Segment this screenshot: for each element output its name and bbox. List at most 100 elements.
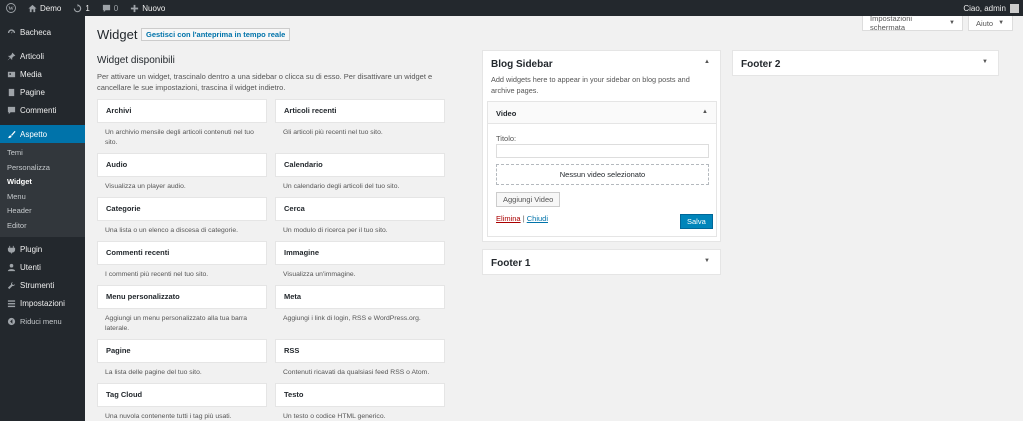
- comment-icon: [6, 105, 16, 115]
- dashboard-icon: [6, 27, 16, 37]
- caret-down-icon[interactable]: ▼: [704, 258, 710, 264]
- widget-description: Una nuvola contenente tutti i tag più us…: [105, 413, 232, 420]
- menu-item-pagine[interactable]: Pagine: [0, 83, 85, 101]
- available-widgets-title: Widget disponibili: [97, 55, 175, 66]
- submenu-item-widget[interactable]: Widget: [0, 175, 85, 190]
- submenu-item-temi[interactable]: Temi: [0, 146, 85, 161]
- widget-description: Visualizza un player audio.: [105, 183, 186, 190]
- live-preview-button[interactable]: Gestisci con l'anteprima in tempo reale: [141, 28, 291, 41]
- caret-up-icon[interactable]: ▲: [704, 59, 710, 65]
- footer-1-title: Footer 1: [491, 258, 531, 269]
- my-account-link[interactable]: Ciao, admin: [957, 0, 1023, 16]
- widget-description: I commenti più recenti nel tuo sito.: [105, 271, 209, 278]
- svg-text:W: W: [8, 6, 14, 12]
- add-video-button[interactable]: Aggiungi Video: [496, 192, 561, 207]
- menu-label: Articoli: [20, 51, 45, 61]
- menu-item-articoli[interactable]: Articoli: [0, 47, 85, 65]
- wordpress-logo-icon[interactable]: W: [0, 0, 22, 16]
- updates-icon: [73, 3, 82, 13]
- widget-menu-personalizzato[interactable]: Menu personalizzato: [97, 285, 267, 309]
- menu-item-aspetto[interactable]: Aspetto: [0, 125, 85, 143]
- widget-calendario[interactable]: Calendario: [275, 153, 445, 177]
- brush-icon: [6, 129, 16, 139]
- page-title: Widget: [97, 27, 138, 42]
- menu-label: Commenti: [20, 105, 57, 115]
- caret-up-icon[interactable]: ▲: [702, 109, 708, 115]
- widget-categorie[interactable]: Categorie: [97, 197, 267, 221]
- widget-immagine[interactable]: Immagine: [275, 241, 445, 265]
- video-widget-header[interactable]: Video ▲: [488, 102, 716, 124]
- submenu-item-editor[interactable]: Editor: [0, 219, 85, 234]
- menu-item-bacheca[interactable]: Bacheca: [0, 23, 85, 41]
- comments-count: 0: [113, 3, 119, 13]
- submenu-item-personalizza[interactable]: Personalizza: [0, 161, 85, 176]
- widget-description: Visualizza un'immagine.: [283, 271, 356, 278]
- widget-commenti-recenti[interactable]: Commenti recenti: [97, 241, 267, 265]
- page-icon: [6, 87, 16, 97]
- widget-tag-cloud[interactable]: Tag Cloud: [97, 383, 267, 407]
- tools-icon: [6, 280, 16, 290]
- menu-label: Aspetto: [20, 129, 48, 139]
- screen-options-label: Impostazioni schermata: [870, 14, 913, 32]
- menu-item-media[interactable]: Media: [0, 65, 85, 83]
- submenu-item-menu[interactable]: Menu: [0, 190, 85, 205]
- widget-cerca[interactable]: Cerca: [275, 197, 445, 221]
- widget-pagine[interactable]: Pagine: [97, 339, 267, 363]
- caret-down-icon[interactable]: ▼: [982, 59, 988, 65]
- save-button[interactable]: Salva: [680, 214, 713, 229]
- menu-label: Impostazioni: [20, 298, 65, 308]
- menu-label: Riduci menu: [20, 316, 62, 326]
- blog-sidebar-description: Add widgets here to appear in your sideb…: [491, 75, 690, 95]
- blog-sidebar-title[interactable]: Blog Sidebar: [491, 59, 553, 70]
- menu-item-utenti[interactable]: Utenti: [0, 258, 85, 276]
- caret-down-icon: ▼: [949, 20, 955, 26]
- widget-control-links: Elimina | Chiudi: [496, 214, 548, 223]
- settings-icon: [6, 298, 16, 308]
- widget-meta[interactable]: Meta: [275, 285, 445, 309]
- widget-articoli-recenti[interactable]: Articoli recenti: [275, 99, 445, 123]
- widget-archivi[interactable]: Archivi: [97, 99, 267, 123]
- video-widget-title: Video: [496, 109, 517, 118]
- collapse-menu-button[interactable]: Riduci menu: [0, 312, 85, 330]
- widget-description: Un archivio mensile degli articoli conte…: [105, 129, 254, 146]
- avatar: [1010, 3, 1019, 13]
- menu-item-commenti[interactable]: Commenti: [0, 101, 85, 119]
- collapse-icon: [6, 316, 16, 326]
- widget-testo[interactable]: Testo: [275, 383, 445, 407]
- pin-icon: [6, 51, 16, 61]
- menu-item-plugin[interactable]: Plugin: [0, 240, 85, 258]
- updates-link[interactable]: 1: [67, 0, 95, 16]
- new-content-link[interactable]: Nuovo: [124, 0, 171, 16]
- widget-description: Un calendario degli articoli del tuo sit…: [283, 183, 400, 190]
- no-video-placeholder: Nessun video selezionato: [496, 164, 709, 185]
- menu-label: Utenti: [20, 262, 41, 272]
- plus-icon: [130, 4, 139, 13]
- menu-item-impostazioni[interactable]: Impostazioni: [0, 294, 85, 312]
- title-field-label: Titolo:: [496, 134, 517, 143]
- widget-audio[interactable]: Audio: [97, 153, 267, 177]
- footer-1-area[interactable]: Footer 1 ▼: [482, 249, 721, 275]
- delete-link[interactable]: Elimina: [496, 214, 521, 223]
- menu-item-strumenti[interactable]: Strumenti: [0, 276, 85, 294]
- submenu-item-header[interactable]: Header: [0, 204, 85, 219]
- widget-description: Un modulo di ricerca per il tuo sito.: [283, 227, 388, 234]
- help-label: Aiuto: [976, 18, 994, 28]
- widget-description: Un testo o codice HTML generico.: [283, 413, 386, 420]
- users-icon: [6, 262, 16, 272]
- footer-2-area[interactable]: Footer 2 ▼: [732, 50, 999, 76]
- plugin-icon: [6, 244, 16, 254]
- comment-icon: [102, 4, 111, 13]
- greeting: Ciao, admin: [963, 3, 1006, 13]
- widget-description: Gli articoli più recenti nel tuo sito.: [283, 129, 383, 136]
- screen-options-button[interactable]: Impostazioni schermata ▼: [862, 14, 963, 32]
- menu-label: Bacheca: [20, 27, 52, 37]
- site-name: Demo: [40, 3, 62, 13]
- close-link[interactable]: Chiudi: [527, 214, 548, 223]
- widget-description: La lista delle pagine del tuo sito.: [105, 369, 202, 376]
- admin-menu: Bacheca Articoli Media Pagine Commenti A…: [0, 16, 85, 421]
- widget-rss[interactable]: RSS: [275, 339, 445, 363]
- help-button[interactable]: Aiuto ▼: [968, 16, 1013, 31]
- comments-link[interactable]: 0: [96, 0, 124, 16]
- site-name-link[interactable]: Demo: [22, 0, 67, 16]
- title-field[interactable]: [496, 144, 709, 158]
